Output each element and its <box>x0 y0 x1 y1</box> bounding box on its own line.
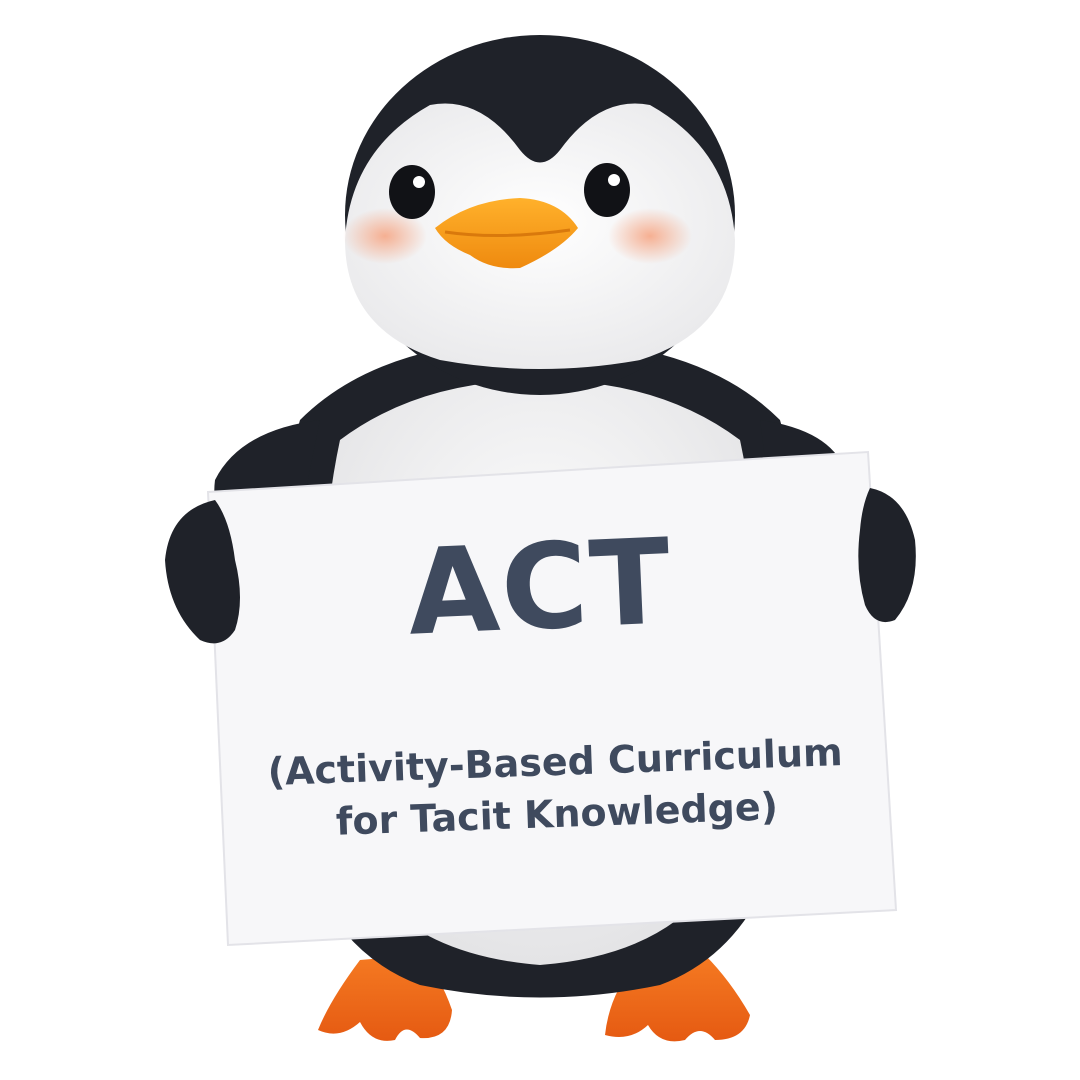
penguin-left-eye <box>389 165 435 219</box>
penguin-right-flipper <box>858 488 916 623</box>
penguin-right-eye <box>584 163 630 217</box>
penguin-right-cheek <box>608 208 692 264</box>
sign-title: ACT <box>404 512 676 662</box>
